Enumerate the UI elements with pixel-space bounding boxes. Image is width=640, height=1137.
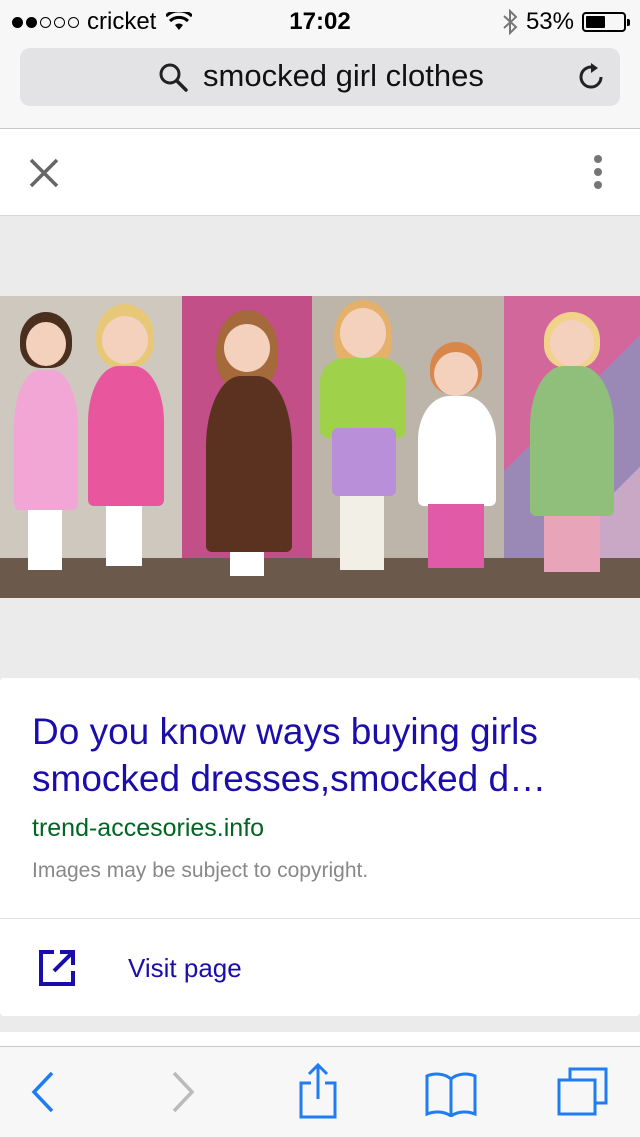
back-chevron-icon[interactable] [30,1071,56,1113]
open-in-new-icon [39,950,75,986]
visit-page-label: Visit page [128,953,242,983]
search-query[interactable]: smocked girl clothes [203,58,484,94]
reload-icon[interactable] [576,62,606,92]
result-domain[interactable]: trend-accesories.info [32,814,264,843]
status-bar: cricket 17:02 53% [0,0,640,42]
photo-panel [182,296,312,598]
browser-toolbar [0,1046,640,1137]
bluetooth-icon [503,9,518,35]
more-vert-icon[interactable] [594,155,604,194]
bookmarks-icon[interactable] [424,1071,478,1117]
battery-percent: 53% [525,8,574,35]
result-card: Do you know ways buying girls smocked dr… [0,678,640,1016]
photo-panel [504,296,640,598]
close-icon[interactable] [28,157,60,189]
forward-chevron-icon[interactable] [170,1071,196,1113]
tabs-icon[interactable] [556,1067,610,1117]
photo-panel [312,296,504,598]
battery-icon [582,12,630,32]
result-title-line[interactable]: Do you know ways buying girls [32,708,612,755]
result-image[interactable] [0,296,640,598]
photo-panel [0,296,182,598]
share-icon[interactable] [298,1063,338,1119]
status-right: 53% [502,8,630,36]
search-icon [159,63,188,92]
address-area: smocked girl clothes [0,42,640,129]
result-title-line[interactable]: smocked dresses,smocked d… [32,755,612,802]
address-bar[interactable]: smocked girl clothes [20,48,620,106]
copyright-notice: Images may be subject to copyright. [32,859,369,882]
image-viewer-toolbar [0,129,640,216]
result-title[interactable]: Do you know ways buying girls smocked dr… [32,708,612,802]
visit-page-button[interactable]: Visit page [0,919,640,1016]
